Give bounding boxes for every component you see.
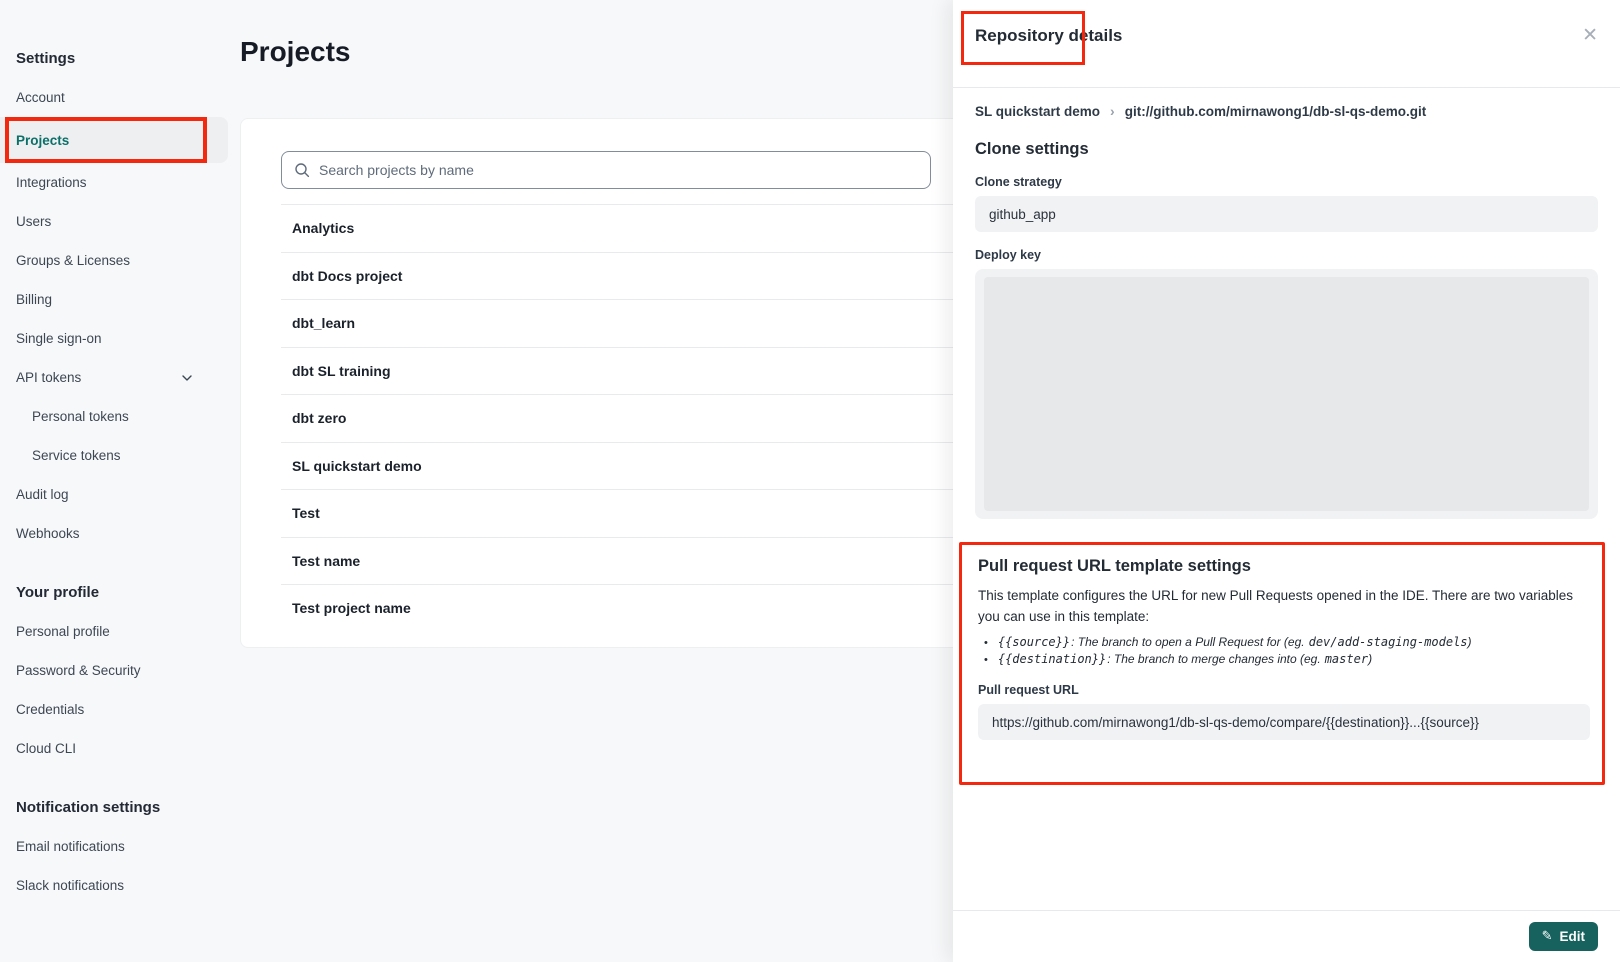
breadcrumb: SL quickstart demo › git://github.com/mi… [975, 103, 1598, 119]
project-row-test-project-name[interactable]: Test project name [281, 584, 961, 632]
sidebar-item-users[interactable]: Users [0, 202, 228, 241]
annotation-pr-template-section: Pull request URL template settings This … [959, 542, 1605, 785]
sidebar-item-slack-notifications[interactable]: Slack notifications [0, 866, 228, 905]
deploy-key-box [975, 269, 1598, 519]
clone-settings-heading: Clone settings [975, 140, 1598, 159]
edit-button[interactable]: ✎ Edit [1529, 922, 1598, 951]
sidebar-item-billing[interactable]: Billing [0, 280, 228, 319]
sidebar-item-projects[interactable]: Projects [0, 117, 228, 163]
projects-page: Projects Analytics dbt Docs project dbt_… [240, 0, 960, 962]
panel-footer: ✎ Edit [953, 910, 1620, 962]
clone-strategy-value: github_app [975, 196, 1598, 232]
pull-request-url-value: https://github.com/mirnawong1/db-sl-qs-d… [978, 704, 1590, 740]
settings-sidebar: Settings Account Projects Integrations U… [0, 0, 240, 905]
project-row-sl-quickstart-demo[interactable]: SL quickstart demo [281, 442, 961, 490]
project-row-analytics[interactable]: Analytics [281, 204, 961, 252]
panel-body: SL quickstart demo › git://github.com/mi… [953, 88, 1620, 910]
pull-request-url-label: Pull request URL [978, 683, 1590, 697]
sidebar-item-integrations[interactable]: Integrations [0, 163, 228, 202]
sidebar-section-notification-settings: Notification settings [0, 789, 240, 827]
sidebar-item-webhooks[interactable]: Webhooks [0, 514, 228, 553]
breadcrumb-separator-icon: › [1110, 103, 1115, 119]
pr-template-heading: Pull request URL template settings [978, 557, 1590, 576]
project-search-box [281, 151, 931, 189]
sidebar-item-account[interactable]: Account [0, 78, 228, 117]
breadcrumb-project[interactable]: SL quickstart demo [975, 104, 1100, 119]
sidebar-item-credentials[interactable]: Credentials [0, 690, 228, 729]
pr-template-variables: • {{source}}: The branch to open a Pull … [978, 634, 1590, 668]
deploy-key-redacted-value [984, 277, 1589, 511]
pr-variable-destination: • {{destination}}: The branch to merge c… [978, 651, 1590, 668]
breadcrumb-repo-url: git://github.com/mirnawong1/db-sl-qs-dem… [1125, 104, 1426, 119]
project-list: Analytics dbt Docs project dbt_learn dbt… [281, 204, 961, 632]
pr-variable-source: • {{source}}: The branch to open a Pull … [978, 634, 1590, 651]
panel-header: Repository details ✕ [953, 0, 1620, 88]
project-row-dbt-docs-project[interactable]: dbt Docs project [281, 252, 961, 300]
deploy-key-label: Deploy key [975, 248, 1598, 262]
repository-details-panel: Repository details ✕ SL quickstart demo … [953, 0, 1620, 962]
sidebar-item-groups-licenses[interactable]: Groups & Licenses [0, 241, 228, 280]
chevron-down-icon [180, 371, 194, 385]
project-row-dbt-zero[interactable]: dbt zero [281, 394, 961, 442]
sidebar-item-personal-tokens[interactable]: Personal tokens [0, 397, 228, 436]
sidebar-item-email-notifications[interactable]: Email notifications [0, 827, 228, 866]
sidebar-item-service-tokens[interactable]: Service tokens [0, 436, 228, 475]
sidebar-section-your-profile: Your profile [0, 574, 240, 612]
project-row-dbt-sl-training[interactable]: dbt SL training [281, 347, 961, 395]
sidebar-item-cloud-cli[interactable]: Cloud CLI [0, 729, 228, 768]
sidebar-item-password-security[interactable]: Password & Security [0, 651, 228, 690]
project-row-test[interactable]: Test [281, 489, 961, 537]
clone-strategy-label: Clone strategy [975, 175, 1598, 189]
sidebar-item-single-sign-on[interactable]: Single sign-on [0, 319, 228, 358]
panel-title: Repository details [975, 26, 1122, 46]
bullet-icon: • [984, 652, 988, 668]
projects-card: Analytics dbt Docs project dbt_learn dbt… [240, 118, 960, 648]
sidebar-item-api-tokens[interactable]: API tokens [0, 358, 228, 397]
project-row-dbt-learn[interactable]: dbt_learn [281, 299, 961, 347]
close-icon[interactable]: ✕ [1582, 26, 1598, 45]
sidebar-section-settings: Settings [0, 40, 240, 78]
sidebar-item-personal-profile[interactable]: Personal profile [0, 612, 228, 651]
page-title: Projects [240, 36, 960, 68]
project-row-test-name[interactable]: Test name [281, 537, 961, 585]
search-icon [294, 162, 310, 178]
sidebar-item-audit-log[interactable]: Audit log [0, 475, 228, 514]
pencil-icon: ✎ [1542, 929, 1553, 944]
search-input[interactable] [319, 162, 918, 178]
pr-template-description: This template configures the URL for new… [978, 586, 1584, 627]
bullet-icon: • [984, 635, 988, 651]
